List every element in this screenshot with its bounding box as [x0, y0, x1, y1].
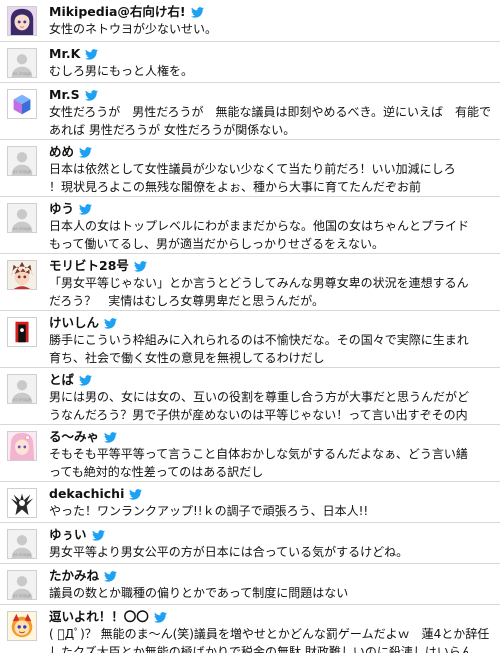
- no-image-avatar[interactable]: no image: [7, 203, 37, 233]
- twitter-bird-icon[interactable]: [104, 431, 118, 443]
- user-name[interactable]: めめ: [49, 144, 74, 160]
- no-image-avatar[interactable]: no image: [7, 146, 37, 176]
- tweet-text: 「男女平等じゃない」とか言うとどうしてみんな男尊女卑の状況を連想するん だろう？…: [49, 276, 469, 308]
- twitter-bird-icon[interactable]: [79, 374, 93, 386]
- user-name[interactable]: けいしん: [49, 315, 99, 331]
- anime-girl-avatar[interactable]: [7, 6, 37, 36]
- svg-text:no image: no image: [13, 552, 32, 557]
- user-name[interactable]: Mikipedia@右向け右!: [49, 4, 186, 20]
- user-name[interactable]: dekachichi: [49, 486, 124, 502]
- twitter-bird-icon[interactable]: [79, 203, 93, 215]
- user-name[interactable]: Mr.S: [49, 87, 80, 103]
- anime-boy-avatar[interactable]: [7, 260, 37, 290]
- pink-hair-avatar[interactable]: [7, 431, 37, 461]
- tweet-header: dekachichi: [49, 486, 143, 502]
- tweet-header: ゆう: [49, 201, 93, 217]
- svg-text:no image: no image: [13, 169, 32, 174]
- tweet-text: むしろ男にもっと人権を。: [49, 64, 194, 78]
- no-image-avatar[interactable]: no image: [7, 570, 37, 600]
- tweet-item: Mikipedia@右向け右! 女性のネトウヨが少ないせい。: [0, 0, 500, 42]
- tweet-text: ( ﾟДﾟ)？ 無能のま～ん(笑)議員を増やせとかどんな罰ゲームだよｗ 蓮4とか…: [49, 627, 490, 653]
- user-name[interactable]: ゆう: [49, 201, 74, 217]
- twitter-bird-icon[interactable]: [153, 611, 167, 623]
- tweet-header: Mikipedia@右向け右!: [49, 4, 204, 20]
- tweet-header: モリビト28号: [49, 258, 147, 274]
- svg-text:no image: no image: [13, 593, 32, 598]
- tweet-text: 日本は依然として女性議員が少ない少なくて当たり前だろ！いい加減にしろ ！現状見ろ…: [49, 162, 456, 194]
- tweet-header: ゆぅい: [49, 527, 105, 543]
- tweet-item: モリビト28号 「男女平等じゃない」とか言うとどうしてみんな男尊女卑の状況を連想…: [0, 254, 500, 311]
- svg-text:no image: no image: [13, 226, 32, 231]
- tweet-item: る～みゃ そもそも平等平等って言うこと自体おかしな気がするんだよなぁ、どう言い繕…: [0, 425, 500, 482]
- tweet-item: no image めめ 日本は依然として女性議員が少ない少なくて当たり前だろ！い…: [0, 140, 500, 197]
- tweet-item: no image ゆう 日本人の女はトップレベルにわがままだからな。他国の女はち…: [0, 197, 500, 254]
- tweet-text: 男女平等より男女公平の方が日本には合っている気がするけどね。: [49, 545, 409, 559]
- tweet-item: dekachichi やった！ワンランクアップ!!ｋの調子で頑張ろう、日本人!!: [0, 482, 500, 523]
- tweet-item: no image たかみね 議員の数とか職種の偏りとかであって制度に問題はない: [0, 564, 500, 605]
- tweet-text: 日本人の女はトップレベルにわがままだからな。他国の女はちゃんとプライド もって働…: [49, 219, 470, 251]
- tweet-feed: Mikipedia@右向け右! 女性のネトウヨが少ないせい。 no image …: [0, 0, 500, 653]
- twitter-bird-icon[interactable]: [91, 529, 105, 541]
- tweet-item: no image とば 男には男の、女には女の、互いの役割を尊重し合う方が大事だ…: [0, 368, 500, 425]
- user-name[interactable]: る～みゃ: [49, 429, 99, 445]
- tweet-text: 男には男の、女には女の、互いの役割を尊重し合う方が大事だと思うんだがど うなんだ…: [49, 390, 470, 422]
- tweet-header: とば: [49, 372, 93, 388]
- tweet-item: けいしん 勝手にこういう枠組みに入れられるのは不愉快だな。その国々で実際に生まれ…: [0, 311, 500, 368]
- user-name[interactable]: モリビト28号: [49, 258, 129, 274]
- tweet-item: no image Mr.K むしろ男にもっと人権を。: [0, 42, 500, 83]
- tweet-text: 女性のネトウヨが少ないせい。: [49, 22, 218, 36]
- twitter-bird-icon[interactable]: [104, 317, 118, 329]
- user-name[interactable]: たかみね: [49, 568, 99, 584]
- tweet-text: 勝手にこういう枠組みに入れられるのは不愉快だな。その国々で実際に生まれ 育ち、社…: [49, 333, 469, 365]
- no-image-avatar[interactable]: no image: [7, 374, 37, 404]
- tweet-item: no image ゆぅい 男女平等より男女公平の方が日本には合っている気がするけ…: [0, 523, 500, 564]
- user-name[interactable]: Mr.K: [49, 46, 80, 62]
- tweet-header: Mr.K: [49, 46, 99, 62]
- tweet-header: る～みゃ: [49, 429, 118, 445]
- tweet-item: Mr.S 女性だろうが 男性だろうが 無能な議員は即刻やめるべき。逆にいえば 有…: [0, 83, 500, 140]
- tweet-text: 議員の数とか職種の偏りとかであって制度に問題はない: [49, 586, 349, 600]
- twitter-bird-icon[interactable]: [104, 570, 118, 582]
- svg-text:no image: no image: [13, 397, 32, 402]
- tweet-header: けいしん: [49, 315, 118, 331]
- user-name[interactable]: 逗いよれ！！〇〇: [49, 609, 149, 625]
- user-name[interactable]: とば: [49, 372, 74, 388]
- doorway-avatar[interactable]: [7, 317, 37, 347]
- twitter-bird-icon[interactable]: [133, 260, 147, 272]
- user-name[interactable]: ゆぅい: [49, 527, 87, 543]
- twitter-bird-icon[interactable]: [190, 6, 204, 18]
- mascot-avatar[interactable]: [7, 611, 37, 641]
- tweet-header: 逗いよれ！！〇〇: [49, 609, 167, 625]
- tweet-header: めめ: [49, 144, 93, 160]
- twitter-bird-icon[interactable]: [85, 48, 99, 60]
- tweet-text: やった！ワンランクアップ!!ｋの調子で頑張ろう、日本人!!: [49, 504, 369, 518]
- cube-avatar[interactable]: [7, 89, 37, 119]
- no-image-avatar[interactable]: no image: [7, 48, 37, 78]
- tweet-header: たかみね: [49, 568, 118, 584]
- svg-text:no image: no image: [13, 71, 32, 76]
- tweet-text: 女性だろうが 男性だろうが 無能な議員は即刻やめるべき。逆にいえば 有能で あれ…: [49, 105, 491, 137]
- no-image-avatar[interactable]: no image: [7, 529, 37, 559]
- twitter-bird-icon[interactable]: [79, 146, 93, 158]
- twitter-bird-icon[interactable]: [129, 488, 143, 500]
- white-figure-avatar[interactable]: [7, 488, 37, 518]
- tweet-item: 逗いよれ！！〇〇 ( ﾟДﾟ)？ 無能のま～ん(笑)議員を増やせとかどんな罰ゲー…: [0, 605, 500, 653]
- tweet-text: そもそも平等平等って言うこと自体おかしな気がするんだよなぁ、どう言い繕 っても絶…: [49, 447, 468, 479]
- twitter-bird-icon[interactable]: [84, 89, 98, 101]
- tweet-header: Mr.S: [49, 87, 98, 103]
